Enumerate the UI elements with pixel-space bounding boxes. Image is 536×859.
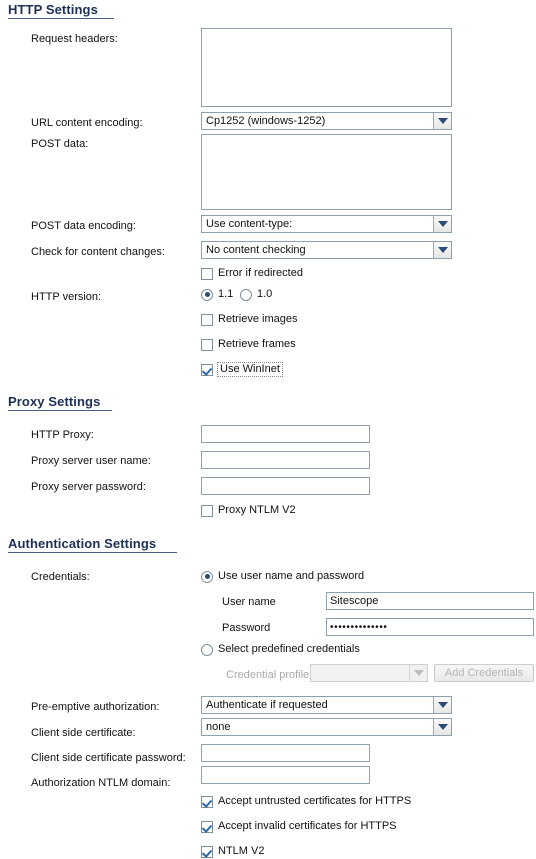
chevron-down-icon[interactable]: [433, 242, 451, 258]
chevron-down-icon[interactable]: [433, 719, 451, 735]
checkbox-box-icon[interactable]: [201, 504, 213, 517]
checkbox-label: Proxy NTLM V2: [218, 504, 296, 516]
checkbox-box-icon[interactable]: [201, 313, 213, 326]
checkbox-use-wininet[interactable]: Use WinInet: [201, 362, 283, 377]
preemptive-authorization-select[interactable]: Authenticate if requested: [201, 696, 452, 714]
section-heading-http-settings: HTTP Settings: [8, 2, 114, 19]
chevron-down-icon[interactable]: [433, 216, 451, 232]
label-url-content-encoding: URL content encoding:: [31, 117, 143, 129]
credential-profile-value: [311, 665, 409, 681]
label-password: Password: [222, 622, 271, 634]
http-proxy-input[interactable]: [201, 425, 370, 443]
radio-label: Use user name and password: [218, 570, 365, 582]
check-content-changes-value: No content checking: [206, 243, 306, 256]
chevron-down-icon[interactable]: [433, 697, 451, 713]
checkbox-label: Retrieve images: [218, 313, 298, 325]
label-post-data: POST data:: [31, 138, 89, 150]
label-http-version: HTTP version:: [31, 291, 102, 303]
heading-rule: [8, 410, 112, 411]
checkbox-accept-invalid-certificates[interactable]: Accept invalid certificates for HTTPS: [201, 820, 397, 833]
checkbox-box-icon[interactable]: [201, 363, 213, 376]
checkbox-label: Accept untrusted certificates for HTTPS: [218, 795, 412, 807]
label-proxy-server-password: Proxy server password:: [31, 481, 146, 493]
section-heading-http-settings-text: HTTP Settings: [8, 2, 98, 17]
chevron-down-icon[interactable]: [433, 113, 451, 129]
label-authorization-ntlm-domain: Authorization NTLM domain:: [31, 777, 171, 789]
checkbox-error-if-redirected[interactable]: Error if redirected: [201, 267, 303, 280]
url-content-encoding-value: Cp1252 (windows-1252): [206, 114, 326, 127]
add-credentials-button[interactable]: Add Credentials: [434, 664, 534, 682]
checkbox-label: Use WinInet: [217, 362, 283, 377]
label-credentials: Credentials:: [31, 571, 90, 583]
checkbox-retrieve-frames[interactable]: Retrieve frames: [201, 338, 296, 351]
radio-http-version-11[interactable]: 1.1: [201, 288, 233, 301]
radio-use-user-name-and-password[interactable]: Use user name and password: [201, 570, 364, 583]
client-side-certificate-value: none: [206, 720, 231, 733]
radio-dot-icon[interactable]: [201, 288, 213, 301]
password-input[interactable]: ••••••••••••••: [326, 618, 534, 636]
label-user-name: User name: [222, 596, 276, 608]
checkbox-ntlm-v2[interactable]: NTLM V2: [201, 845, 264, 858]
checkbox-box-icon[interactable]: [201, 795, 213, 808]
checkbox-box-icon[interactable]: [201, 845, 213, 858]
section-heading-authentication-settings-text: Authentication Settings: [8, 536, 157, 551]
post-data-encoding-select[interactable]: Use content-type:: [201, 215, 452, 233]
label-post-data-encoding: POST data encoding:: [31, 220, 136, 232]
heading-rule: [8, 552, 177, 553]
heading-rule: [8, 18, 114, 19]
authorization-ntlm-domain-input[interactable]: [201, 766, 370, 784]
checkbox-label: Retrieve frames: [218, 338, 296, 350]
label-client-side-certificate: Client side certificate:: [31, 727, 136, 739]
url-content-encoding-select[interactable]: Cp1252 (windows-1252): [201, 112, 452, 130]
section-heading-authentication-settings: Authentication Settings: [8, 536, 177, 553]
checkbox-label: NTLM V2: [218, 845, 265, 857]
section-heading-proxy-settings: Proxy Settings: [8, 394, 112, 411]
http-settings-form: HTTP Settings Request headers: URL conte…: [0, 0, 536, 859]
label-client-side-certificate-password: Client side certificate password:: [31, 752, 186, 764]
radio-label: 1.1: [218, 288, 234, 300]
radio-label: Select predefined credentials: [218, 643, 360, 655]
preemptive-authorization-value: Authenticate if requested: [206, 698, 328, 711]
request-headers-textarea[interactable]: [201, 28, 452, 107]
radio-dot-icon[interactable]: [240, 288, 252, 301]
credential-profile-select[interactable]: [310, 664, 428, 682]
proxy-password-input[interactable]: [201, 477, 370, 495]
radio-select-predefined-credentials[interactable]: Select predefined credentials: [201, 643, 360, 656]
label-credential-profile: Credential profile: [226, 669, 310, 681]
radio-dot-icon[interactable]: [201, 643, 213, 656]
checkbox-box-icon[interactable]: [201, 820, 213, 833]
checkbox-box-icon[interactable]: [201, 267, 213, 280]
checkbox-accept-untrusted-certificates[interactable]: Accept untrusted certificates for HTTPS: [201, 795, 411, 808]
post-data-textarea[interactable]: [201, 134, 452, 210]
radio-http-version-10[interactable]: 1.0: [240, 288, 272, 301]
label-request-headers: Request headers:: [31, 33, 118, 45]
radio-label: 1.0: [257, 288, 273, 300]
label-proxy-server-user-name: Proxy server user name:: [31, 455, 151, 467]
radio-dot-icon[interactable]: [201, 570, 213, 583]
label-pre-emptive-authorization: Pre-emptive authorization:: [31, 701, 160, 713]
checkbox-proxy-ntlm-v2[interactable]: Proxy NTLM V2: [201, 504, 296, 517]
checkbox-box-icon[interactable]: [201, 338, 213, 351]
check-content-changes-select[interactable]: No content checking: [201, 241, 452, 259]
user-name-input[interactable]: Sitescope: [326, 592, 534, 610]
checkbox-label: Accept invalid certificates for HTTPS: [218, 820, 397, 832]
proxy-user-input[interactable]: [201, 451, 370, 469]
post-data-encoding-value: Use content-type:: [206, 217, 293, 230]
checkbox-retrieve-images[interactable]: Retrieve images: [201, 313, 297, 326]
chevron-down-icon[interactable]: [409, 665, 427, 681]
client-side-certificate-select[interactable]: none: [201, 718, 452, 736]
checkbox-label: Error if redirected: [218, 267, 303, 279]
label-check-for-content-changes: Check for content changes:: [31, 246, 165, 258]
label-http-proxy: HTTP Proxy:: [31, 429, 94, 441]
client-side-certificate-password-input[interactable]: [201, 744, 370, 762]
section-heading-proxy-settings-text: Proxy Settings: [8, 394, 101, 409]
